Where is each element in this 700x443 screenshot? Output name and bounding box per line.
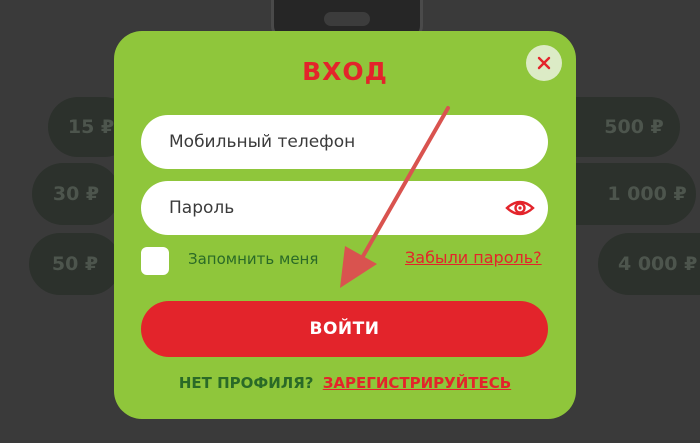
no-profile-text: НЕТ ПРОФИЛЯ? [178, 374, 314, 392]
amount-chip: 50 ₽ [29, 233, 121, 295]
phone-placeholder: Мобильный телефон [169, 132, 356, 152]
password-placeholder: Пароль [169, 198, 235, 218]
phone-field[interactable]: Мобильный телефон [141, 115, 548, 169]
amount-chip: 4 000 ₽ [598, 233, 700, 295]
login-modal: ВХОД Мобильный телефон Пароль Запомнить … [114, 31, 576, 419]
amount-chip: 500 ₽ [576, 97, 680, 157]
amount-chip: 30 ₽ [32, 163, 120, 225]
forgot-password-link[interactable]: Забыли пароль? [405, 248, 542, 267]
close-button[interactable] [526, 45, 562, 81]
register-link[interactable]: ЗАРЕГИСТРИРУЙТЕСЬ [323, 374, 511, 392]
remember-label: Запомнить меня [188, 250, 319, 268]
remember-checkbox[interactable] [141, 247, 169, 275]
register-row: НЕТ ПРОФИЛЯ? ЗАРЕГИСТРИРУЙТЕСЬ [114, 374, 576, 392]
login-button[interactable]: ВОЙТИ [141, 301, 548, 357]
eye-icon[interactable] [505, 194, 535, 222]
modal-title: ВХОД [302, 57, 388, 86]
amount-chip: 1 000 ₽ [576, 163, 696, 225]
close-icon [537, 56, 551, 70]
phone-notch [324, 12, 370, 26]
password-field[interactable]: Пароль [141, 181, 548, 235]
